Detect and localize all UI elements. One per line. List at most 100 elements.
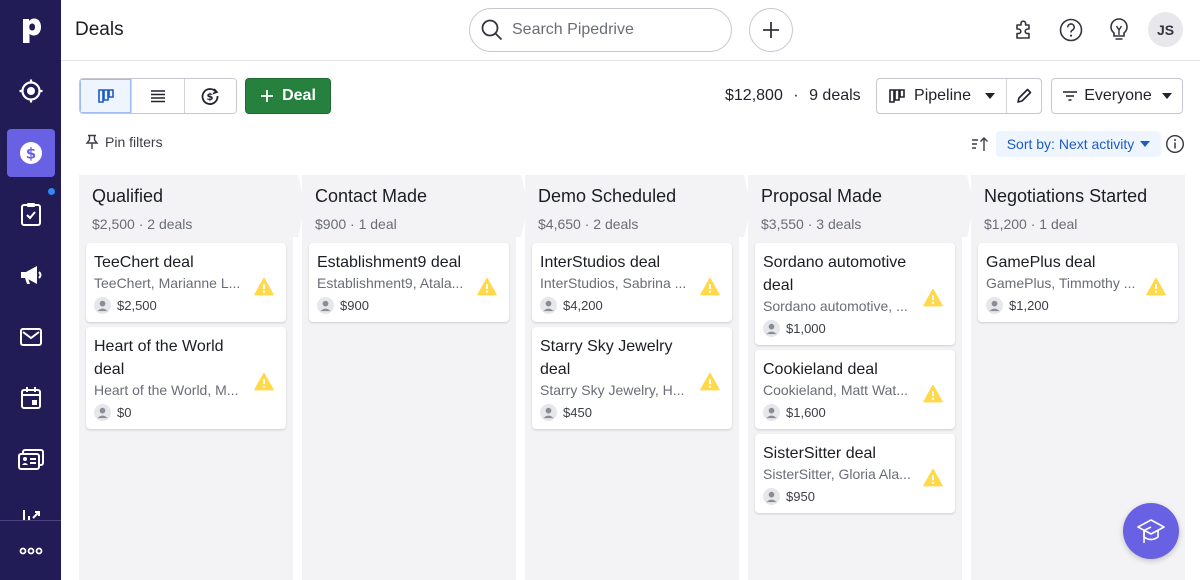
deal-value: $900 xyxy=(340,298,369,313)
user-avatar[interactable]: JS xyxy=(1148,12,1183,47)
deal-card-list: InterStudios deal InterStudios, Sabrina .… xyxy=(532,243,732,429)
person-icon[interactable] xyxy=(94,404,111,421)
person-icon[interactable] xyxy=(763,404,780,421)
puzzle-icon xyxy=(1016,20,1030,39)
owner-filter-label: Everyone xyxy=(1084,87,1152,104)
edit-pipeline-button[interactable] xyxy=(1007,79,1041,113)
person-icon[interactable] xyxy=(540,404,557,421)
deal-organization: Establishment9, Atala... xyxy=(317,275,464,291)
sidebar-item-leads[interactable] xyxy=(7,67,55,115)
filter-icon xyxy=(1063,91,1078,101)
warning-icon[interactable] xyxy=(923,384,943,402)
search-box[interactable] xyxy=(469,8,732,52)
person-icon[interactable] xyxy=(763,488,780,505)
pipeline-view-button[interactable] xyxy=(80,79,133,113)
deal-organization: Cookieland, Matt Wat... xyxy=(763,382,908,398)
sidebar-item-campaigns[interactable] xyxy=(7,251,55,299)
tips-button[interactable] xyxy=(1103,14,1135,46)
warning-icon[interactable] xyxy=(477,277,497,295)
pipeline-summary: $12,800 · 9 deals xyxy=(725,87,861,105)
warning-icon[interactable] xyxy=(254,277,274,295)
deal-value: $0 xyxy=(117,405,132,420)
warning-icon[interactable] xyxy=(700,277,720,295)
lightbulb-icon xyxy=(1110,18,1128,40)
svg-text:$: $ xyxy=(207,92,214,103)
owner-filter-select[interactable]: Everyone xyxy=(1051,78,1183,114)
academy-button[interactable] xyxy=(1123,503,1179,559)
deal-card[interactable]: Cookieland deal Cookieland, Matt Wat... $1… xyxy=(755,350,955,429)
sidebar-item-mail[interactable] xyxy=(7,313,55,361)
sidebar-item-deals[interactable]: $ xyxy=(7,129,55,177)
stage-summary: $4,650 · 2 deals xyxy=(538,216,639,232)
deal-card[interactable]: Heart of the World deal Heart of the Worl… xyxy=(86,327,286,429)
warning-icon[interactable] xyxy=(700,372,720,391)
stage-summary: $900 · 1 deal xyxy=(315,216,397,232)
add-deal-label: Deal xyxy=(282,87,316,104)
person-icon[interactable] xyxy=(317,297,334,314)
list-view-button[interactable] xyxy=(132,79,185,113)
person-icon[interactable] xyxy=(763,320,780,337)
deal-title[interactable]: SisterSitter deal xyxy=(763,442,913,465)
marketplace-button[interactable] xyxy=(1008,14,1040,46)
pipedrive-logo[interactable] xyxy=(0,8,61,52)
warning-icon[interactable] xyxy=(254,372,274,391)
deal-title[interactable]: Cookieland deal xyxy=(763,358,913,381)
stage-column: Proposal Made $3,550 · 3 deals Sordano aut… xyxy=(748,175,974,580)
sidebar-item-insights[interactable] xyxy=(7,496,55,520)
deal-value-row: $950 xyxy=(763,488,946,505)
pin-filters-button[interactable]: Pin filters xyxy=(85,134,163,150)
plus-icon xyxy=(763,22,779,38)
pipedrive-logo-icon xyxy=(22,18,41,43)
add-deal-button[interactable]: Deal xyxy=(245,78,331,114)
deal-card[interactable]: TeeChert deal TeeChert, Marianne L... $2,5… xyxy=(86,243,286,322)
deal-card[interactable]: Starry Sky Jewelry deal Starry Sky Jewelr… xyxy=(532,327,732,429)
sidebar-item-activities[interactable] xyxy=(7,190,55,238)
person-icon[interactable] xyxy=(986,297,1003,314)
warning-icon[interactable] xyxy=(923,288,943,307)
stage-title: Negotiations Started xyxy=(984,186,1148,206)
stage-column: Qualified $2,500 · 2 deals TeeChert deal Te… xyxy=(79,175,305,580)
deal-title[interactable]: Heart of the World deal xyxy=(94,335,244,381)
sidebar-item-more[interactable] xyxy=(7,527,55,575)
deal-card[interactable]: SisterSitter deal SisterSitter, Gloria Al… xyxy=(755,434,955,513)
deal-card[interactable]: GamePlus deal GamePlus, Timmothy ... $1,20… xyxy=(978,243,1178,322)
chart-icon xyxy=(23,510,40,520)
info-icon[interactable] xyxy=(1165,134,1185,154)
deal-value: $1,600 xyxy=(786,405,826,420)
deal-card-list: GamePlus deal GamePlus, Timmothy ... $1,20… xyxy=(978,243,1178,322)
pipeline-select[interactable]: Pipeline xyxy=(877,79,1007,113)
quick-add-button[interactable] xyxy=(749,8,793,52)
deal-card[interactable]: Sordano automotive deal Sordano automotiv… xyxy=(755,243,955,345)
warning-icon[interactable] xyxy=(923,468,943,486)
warning-icon[interactable] xyxy=(1146,277,1166,295)
deal-title[interactable]: Starry Sky Jewelry deal xyxy=(540,335,690,381)
search-input[interactable] xyxy=(512,21,712,39)
sidebar-item-calendar[interactable] xyxy=(7,374,55,422)
deal-title[interactable]: TeeChert deal xyxy=(94,251,244,274)
forecast-view-button[interactable]: $ xyxy=(184,79,236,113)
help-button[interactable] xyxy=(1055,14,1087,46)
kanban-icon xyxy=(97,89,114,103)
deal-title[interactable]: GamePlus deal xyxy=(986,251,1136,274)
more-icon xyxy=(19,547,43,555)
deal-title[interactable]: Establishment9 deal xyxy=(317,251,467,274)
pipeline-selector-group: Pipeline xyxy=(876,78,1042,114)
stage-summary: $3,550 · 3 deals xyxy=(761,216,862,232)
deal-card[interactable]: Establishment9 deal Establishment9, Atala… xyxy=(309,243,509,322)
deal-organization: SisterSitter, Gloria Ala... xyxy=(763,466,911,482)
sort-by-select[interactable]: Sort by: Next activity xyxy=(996,131,1161,157)
deal-value: $4,200 xyxy=(563,298,603,313)
person-icon[interactable] xyxy=(94,297,111,314)
contact-card-icon xyxy=(18,449,44,470)
stage-title: Contact Made xyxy=(315,186,428,206)
chevron-down-icon xyxy=(984,93,995,99)
sort-direction-button[interactable] xyxy=(969,133,991,155)
deal-value: $1,000 xyxy=(786,321,826,336)
sidebar-item-contacts[interactable] xyxy=(7,436,55,484)
deal-title[interactable]: Sordano automotive deal xyxy=(763,251,913,297)
deal-card[interactable]: InterStudios deal InterStudios, Sabrina .… xyxy=(532,243,732,322)
kanban-icon xyxy=(889,89,905,103)
deal-title[interactable]: InterStudios deal xyxy=(540,251,690,274)
plus-icon xyxy=(261,90,274,102)
person-icon[interactable] xyxy=(540,297,557,314)
